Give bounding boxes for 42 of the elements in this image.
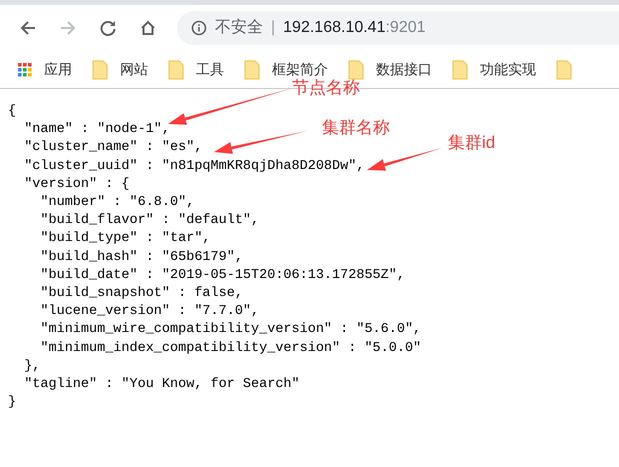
folder-icon[interactable] bbox=[556, 60, 572, 80]
json-line: { bbox=[8, 103, 16, 121]
json-line: "build_date" : "2019-05-15T20:06:13.172855Z", bbox=[39, 266, 405, 285]
json-line: "version" : { bbox=[23, 176, 130, 194]
bookmark-label[interactable]: 框架简介 bbox=[272, 59, 328, 80]
json-line: "lucene_version" : "7.7.0", bbox=[39, 303, 260, 322]
bookmark-label[interactable]: 网站 bbox=[120, 59, 148, 80]
json-line: "build_snapshot" : false, bbox=[39, 285, 243, 304]
json-line: "number" : "6.8.0", bbox=[39, 194, 194, 212]
json-line: "tagline" : "You Know, for Search" bbox=[23, 376, 300, 394]
annotation-label: 集群id bbox=[448, 133, 496, 153]
bookmark-label[interactable]: 应用 bbox=[44, 59, 72, 80]
url-host: 192.168.10.41 bbox=[283, 19, 386, 36]
folder-icon[interactable] bbox=[348, 60, 364, 80]
separator: | bbox=[271, 18, 276, 38]
json-line: } bbox=[8, 394, 16, 412]
json-line: "build_flavor" : "default", bbox=[39, 212, 260, 230]
back-icon[interactable] bbox=[19, 19, 37, 37]
security-label: 不安全 bbox=[215, 18, 263, 38]
folder-icon[interactable] bbox=[452, 60, 468, 80]
json-line: "name" : "node-1", bbox=[23, 121, 170, 140]
json-line: "cluster_uuid" : "n81pqMmKR8qjDha8D208Dw", bbox=[23, 158, 364, 176]
folder-icon[interactable] bbox=[168, 60, 184, 80]
home-icon[interactable] bbox=[139, 19, 157, 37]
url-port: :9201 bbox=[385, 19, 426, 36]
folder-icon[interactable] bbox=[92, 60, 108, 80]
folder-icon[interactable] bbox=[244, 60, 260, 80]
bookmark-label[interactable]: 数据接口 bbox=[376, 59, 432, 80]
json-line: "minimum_index_compatibility_version" : "5.0.0" bbox=[39, 340, 422, 358]
reload-icon[interactable] bbox=[99, 19, 117, 37]
json-line: "cluster_name" : "es", bbox=[23, 139, 202, 158]
json-line: "minimum_wire_compatibility_version" : "5.6.0", bbox=[39, 321, 422, 340]
annotation-label: 集群名称 bbox=[322, 118, 390, 138]
bookmark-label[interactable]: 工具 bbox=[196, 59, 224, 80]
json-line: "build_type" : "tar", bbox=[39, 230, 211, 248]
annotation-label: 节点名称 bbox=[292, 78, 360, 98]
address-bar[interactable]: 不安全 | 192.168.10.41:9201 bbox=[177, 11, 619, 45]
json-line: }, bbox=[23, 358, 40, 376]
info-icon[interactable] bbox=[191, 20, 207, 36]
bookmark-label[interactable]: 功能实现 bbox=[480, 59, 536, 80]
json-line: "build_hash" : "65b6179", bbox=[39, 248, 243, 267]
apps-icon[interactable] bbox=[18, 62, 32, 76]
